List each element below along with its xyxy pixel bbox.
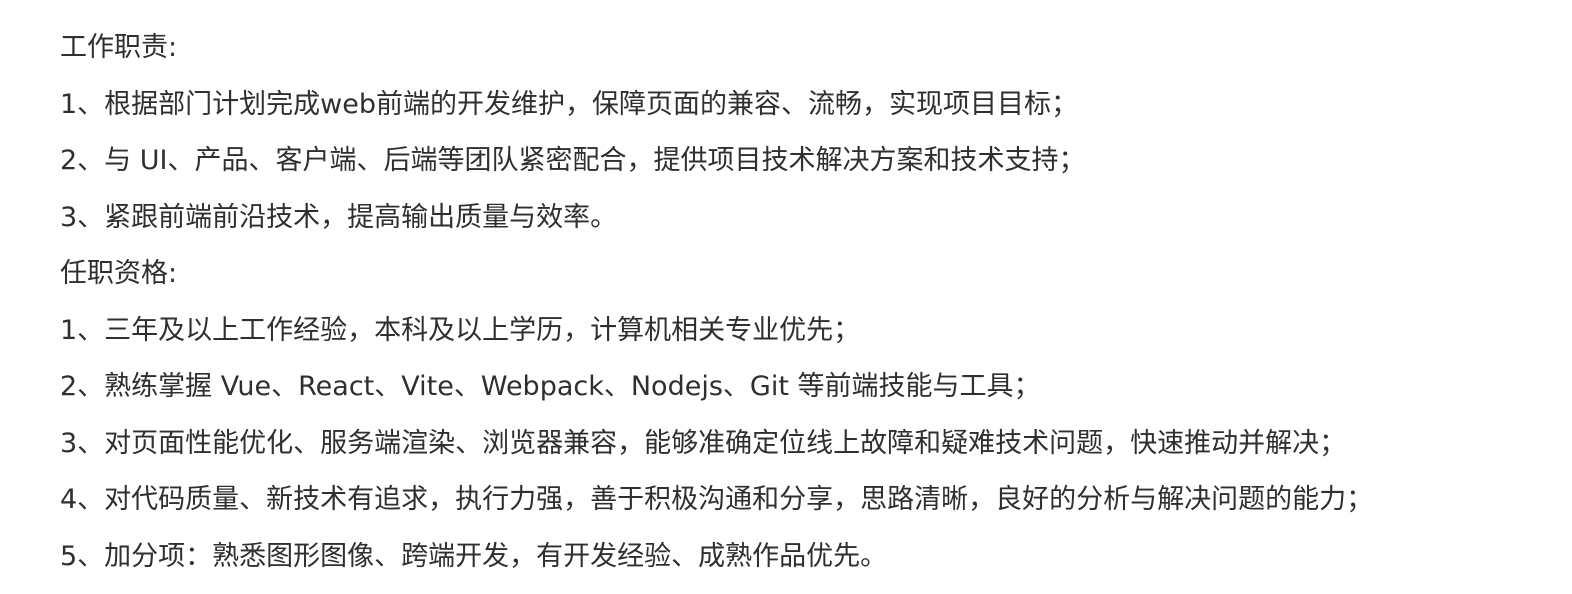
qualification-item: 1、三年及以上工作经验，本科及以上学历，计算机相关专业优先；	[60, 314, 861, 346]
responsibilities-heading: 工作职责:	[60, 32, 178, 63]
responsibility-item: 3、紧跟前端前沿技术，提高输出质量与效率。	[60, 201, 618, 233]
qualification-item: 4、对代码质量、新技术有追求，执行力强，善于积极沟通和分享，思路清晰，良好的分析…	[60, 484, 1374, 515]
responsibility-item: 2、与 UI、产品、客户端、后端等团队紧密配合，提供项目技术解决方案和技术支持；	[60, 145, 1086, 176]
qualification-item: 5、加分项：熟悉图形图像、跨端开发，有开发经验、成熟作品优先。	[60, 540, 888, 572]
responsibility-item: 1、根据部门计划完成web前端的开发维护，保障页面的兼容、流畅，实现项目目标；	[60, 88, 1079, 120]
job-description: 工作职责: 1、根据部门计划完成web前端的开发维护，保障页面的兼容、流畅，实现…	[60, 20, 1560, 585]
qualifications-heading: 任职资格:	[60, 258, 178, 289]
qualification-item: 2、熟练掌握 Vue、React、Vite、Webpack、Nodejs、Git…	[60, 371, 1041, 402]
qualification-item: 3、对页面性能优化、服务端渲染、浏览器兼容，能够准确定位线上故障和疑难技术问题，…	[60, 427, 1347, 459]
